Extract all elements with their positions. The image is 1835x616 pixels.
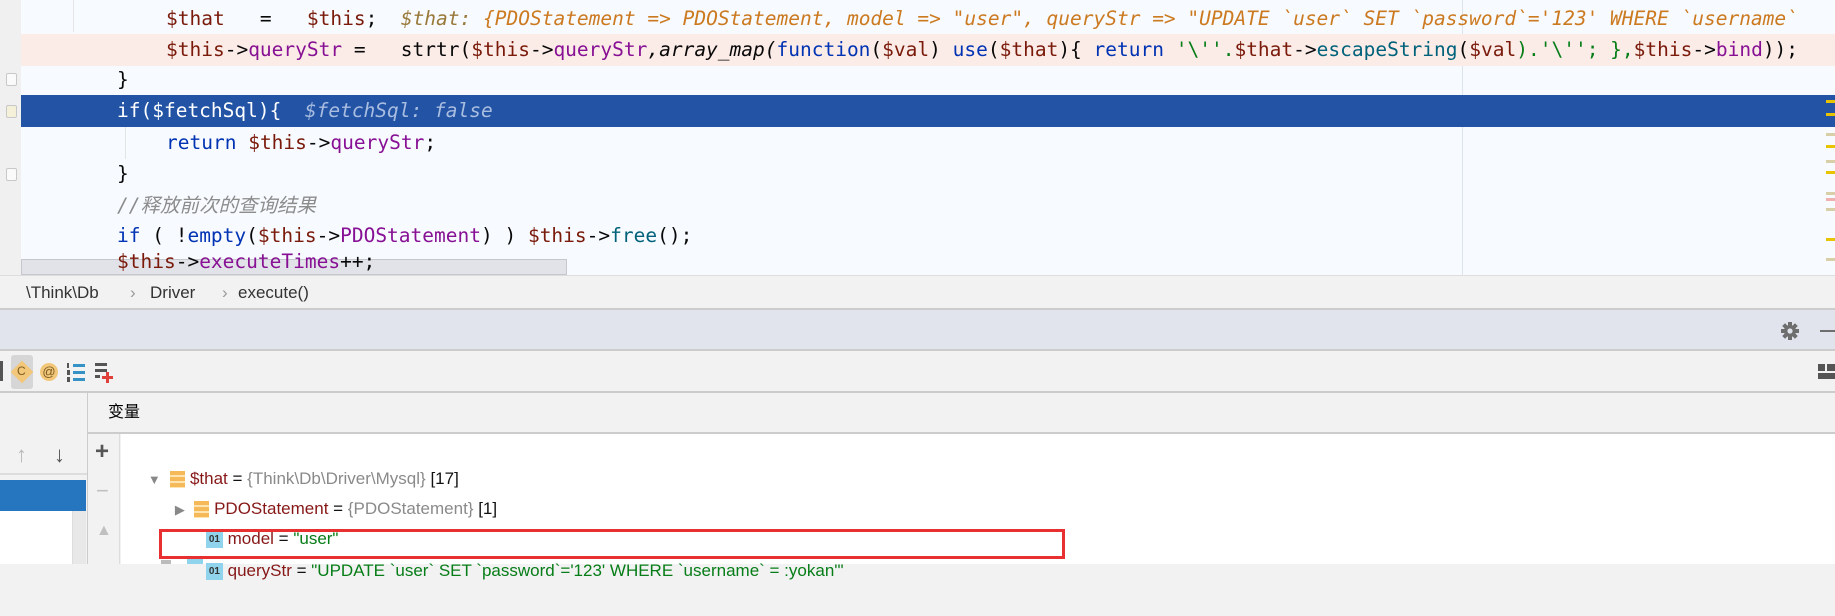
frame-list xyxy=(0,511,72,564)
debug-tool-window-header xyxy=(0,310,1835,351)
error-stripe-mark[interactable] xyxy=(1826,198,1835,201)
array-icon xyxy=(187,559,203,564)
error-stripe-mark[interactable] xyxy=(1826,113,1835,116)
debug-toolbar: C @ xyxy=(0,351,1835,393)
code-line-7: //释放前次的查询结果 xyxy=(117,194,316,217)
variables-side-toolbar: + − ▲ xyxy=(88,434,120,564)
field-icon: 01 xyxy=(205,563,223,581)
frame-selected-row[interactable] xyxy=(0,480,86,511)
variables-title: 变量 xyxy=(108,404,141,421)
error-stripe-mark[interactable] xyxy=(1826,238,1835,241)
minimize-icon[interactable] xyxy=(1820,330,1835,332)
breadcrumb-separator: › xyxy=(130,283,136,302)
previous-frame-icon[interactable]: ↑ xyxy=(16,442,27,468)
add-watch-icon[interactable] xyxy=(94,361,114,385)
frames-panel: ↑ ↓ xyxy=(0,393,88,564)
code-line-1: $that = $this; $that: {PDOStatement => P… xyxy=(21,3,1835,35)
code-line-5: return $this->queryStr; xyxy=(166,131,437,154)
remove-icon[interactable]: − xyxy=(96,478,109,504)
fold-marker-icon[interactable] xyxy=(6,168,17,181)
code-editor[interactable]: $that = $this; $that: {PDOStatement => P… xyxy=(0,0,1835,275)
code-line-6: } xyxy=(117,162,129,185)
move-up-icon[interactable]: ▲ xyxy=(96,522,112,540)
error-stripe-mark[interactable] xyxy=(1826,133,1835,136)
next-frame-icon[interactable]: ↓ xyxy=(54,442,65,468)
gutter xyxy=(0,0,21,275)
breadcrumb-class[interactable]: Driver xyxy=(150,276,195,309)
tree-row-that[interactable]: ▼ $that = {Think\Db\Driver\Mysql} [17] xyxy=(129,434,459,489)
variables-tree: ▼ $that = {Think\Db\Driver\Mysql} [17] ▶… xyxy=(121,434,1835,581)
inline-hint: $fetchSql: false xyxy=(304,99,493,122)
breadcrumb-separator: › xyxy=(222,283,228,302)
frames-scrollbar[interactable] xyxy=(72,511,86,564)
gear-icon[interactable] xyxy=(1780,321,1800,341)
code-line-4-current: if($fetchSql){ $fetchSql: false xyxy=(21,95,1835,127)
fold-marker-icon[interactable] xyxy=(6,73,17,86)
code-line-9: $this->executeTimes++; xyxy=(117,250,376,273)
error-stripe-mark[interactable] xyxy=(1826,145,1835,148)
at-icon[interactable]: @ xyxy=(40,363,58,381)
breadcrumb-namespace[interactable]: \Think\Db xyxy=(26,276,99,309)
error-stripe-mark[interactable] xyxy=(1826,160,1835,163)
code-token: ; xyxy=(365,7,401,30)
error-stripe-mark[interactable] xyxy=(1826,171,1835,174)
annotation-highlight-box xyxy=(159,529,1065,559)
toolbar-edge-icon xyxy=(0,361,3,381)
fold-marker-icon[interactable] xyxy=(6,105,17,118)
code-token: $this xyxy=(306,7,366,30)
inline-hint-label: $that: xyxy=(400,7,484,30)
tree-row-pdostatement[interactable]: ▶ PDOStatement = {PDOStatement} [1] xyxy=(156,464,497,519)
code-token: = xyxy=(224,7,307,30)
code-token: $that xyxy=(166,7,225,30)
layout-icon[interactable] xyxy=(1818,364,1835,382)
code-line-2: $this->queryStr = strtr($this->queryStr,… xyxy=(21,34,1835,66)
numbered-list-icon[interactable] xyxy=(66,361,86,383)
error-stripe-mark[interactable] xyxy=(1826,100,1835,103)
error-stripe-mark[interactable] xyxy=(1826,208,1835,211)
breadcrumb: \Think\Db › Driver › execute() xyxy=(0,275,1835,310)
collapse-arrow-icon[interactable]: ▶ xyxy=(175,502,185,517)
variables-header: 变量 xyxy=(88,393,1835,434)
inline-hint-value: {PDOStatement => PDOStatement, model => … xyxy=(483,7,1798,30)
divider xyxy=(0,473,87,475)
add-icon[interactable]: + xyxy=(95,438,109,466)
collapse-arrow-icon[interactable] xyxy=(161,560,171,564)
code-line-3: } xyxy=(117,68,129,91)
tree-row-model[interactable]: 01 model = "user" xyxy=(187,494,338,549)
class-toggle-button[interactable]: C xyxy=(10,355,34,389)
error-stripe-mark[interactable] xyxy=(1826,192,1835,195)
breadcrumb-method[interactable]: execute() xyxy=(238,276,309,309)
